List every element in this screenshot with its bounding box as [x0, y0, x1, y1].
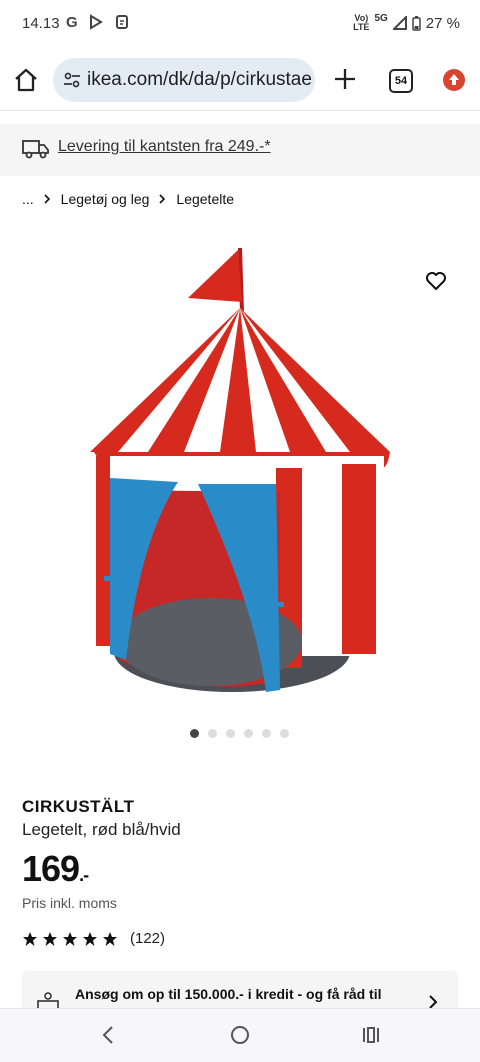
new-tab-icon[interactable] [330, 64, 360, 94]
gallery-dot[interactable] [262, 729, 271, 738]
truck-icon [22, 140, 49, 159]
delivery-link[interactable]: Levering til kantsten fra 249.-* [58, 138, 271, 156]
breadcrumb-item-tents[interactable]: Legetelte [176, 191, 234, 207]
status-time: 14.13 [22, 15, 60, 32]
chevron-right-icon [159, 194, 166, 204]
star-icon [103, 931, 117, 946]
product-name: CIRKUSTÄLT [22, 797, 135, 816]
home-nav-icon[interactable] [230, 1025, 250, 1045]
breadcrumb-item-toys[interactable]: Legetøj og leg [61, 191, 150, 207]
star-icon [63, 931, 77, 946]
status-right: Vo) LTE 5G 27 % [353, 12, 460, 32]
recent-apps-icon[interactable] [361, 1025, 381, 1045]
gallery-dot[interactable] [244, 729, 253, 738]
star-icon [43, 931, 57, 946]
credit-text: Ansøg om op til 150.000.- i kredit - og … [75, 986, 382, 1002]
signal-icon [392, 16, 407, 30]
status-bar: 14.13 G Vo) LTE 5G 27 % [0, 0, 480, 48]
browser-toolbar: ikea.com/dk/da/p/cirkustae 54 [0, 50, 480, 111]
price-value: 169 [22, 848, 80, 889]
chevron-right-icon [429, 995, 438, 1009]
volte-indicator: Vo) LTE [353, 14, 369, 32]
product-rating[interactable]: (122) [22, 930, 165, 947]
chevron-right-icon [44, 194, 50, 204]
rating-count[interactable]: (122) [130, 930, 165, 947]
url-bar[interactable]: ikea.com/dk/da/p/cirkustae [53, 58, 315, 102]
home-icon[interactable] [12, 66, 40, 94]
favorite-heart-icon[interactable] [424, 269, 448, 293]
gallery-dots [190, 729, 289, 738]
url-text: ikea.com/dk/da/p/cirkustae [87, 69, 312, 90]
play-store-icon [89, 14, 103, 30]
update-icon[interactable] [443, 69, 465, 91]
product-image[interactable] [80, 240, 400, 710]
tab-switcher-button[interactable]: 54 [389, 69, 413, 93]
product-price: 169.- [22, 848, 89, 890]
star-icon [23, 931, 37, 946]
site-settings-icon[interactable] [63, 71, 81, 89]
gallery-dot[interactable] [280, 729, 289, 738]
messages-icon [115, 15, 128, 29]
breadcrumb-ellipsis[interactable]: ... [22, 191, 34, 207]
gallery-dot[interactable] [226, 729, 235, 738]
gallery-dot[interactable] [208, 729, 217, 738]
price-suffix: .- [79, 865, 89, 885]
star-icon [83, 931, 97, 946]
delivery-banner: Levering til kantsten fra 249.-* [0, 124, 480, 176]
google-icon: G [66, 14, 78, 31]
system-nav-bar [0, 1008, 480, 1062]
product-description: Legetelt, rød blå/hvid [22, 820, 181, 839]
battery-icon [412, 15, 421, 31]
status-app-icons: G [66, 14, 130, 31]
network-5g: 5G [374, 12, 388, 24]
gallery-dot[interactable] [190, 729, 199, 738]
battery-level: 27 % [425, 14, 460, 32]
price-note: Pris inkl. moms [22, 895, 117, 911]
volte-bottom: LTE [353, 22, 370, 32]
breadcrumb: ... Legetøj og leg Legetelte [22, 191, 234, 207]
back-icon[interactable] [100, 1025, 116, 1045]
